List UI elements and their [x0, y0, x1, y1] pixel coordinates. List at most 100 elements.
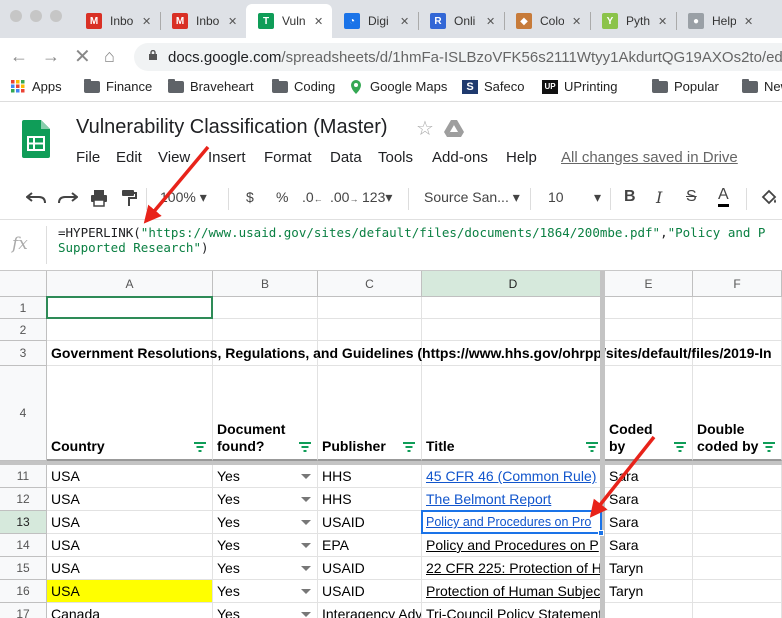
- title-link[interactable]: 45 CFR 46 (Common Rule): [426, 468, 596, 484]
- cell[interactable]: [693, 297, 782, 319]
- cell[interactable]: [422, 319, 605, 341]
- browser-tab[interactable]: M Inbo ✕: [160, 4, 246, 38]
- menu-view[interactable]: View: [158, 149, 190, 166]
- row-header-17[interactable]: 17: [0, 603, 47, 618]
- cell-country[interactable]: USA: [47, 580, 213, 603]
- dropdown-arrow-icon[interactable]: [301, 566, 311, 571]
- bookmark-popular[interactable]: Popular: [652, 78, 719, 94]
- cell-coded-by[interactable]: Sara: [605, 488, 693, 511]
- menu-file[interactable]: File: [76, 149, 100, 166]
- column-header-e[interactable]: E: [605, 271, 693, 297]
- filter-icon[interactable]: [299, 442, 311, 452]
- minimize-window-icon[interactable]: [30, 10, 42, 22]
- bookmark-news[interactable]: News: [742, 78, 782, 94]
- percent-format-button[interactable]: %: [276, 189, 288, 205]
- font-size-select[interactable]: 10: [548, 189, 564, 205]
- filter-icon[interactable]: [586, 442, 598, 452]
- row-header-12[interactable]: 12: [0, 488, 47, 511]
- cell-title[interactable]: Protection of Human Subjec: [422, 580, 605, 603]
- close-tab-icon[interactable]: ✕: [142, 15, 151, 28]
- font-select[interactable]: Source San... ▾: [424, 189, 520, 206]
- cell-coded-by[interactable]: Taryn: [605, 557, 693, 580]
- cell-country[interactable]: USA: [47, 557, 213, 580]
- cell-publisher[interactable]: HHS: [318, 488, 422, 511]
- fill-color-icon[interactable]: [760, 189, 778, 207]
- filter-icon[interactable]: [763, 442, 775, 452]
- browser-tab[interactable]: R Onli ✕: [418, 4, 504, 38]
- save-status-link[interactable]: All changes saved in Drive: [561, 149, 738, 166]
- column-label-title[interactable]: Title: [422, 366, 605, 461]
- star-icon[interactable]: ☆: [416, 116, 434, 141]
- cell-publisher[interactable]: USAID: [318, 511, 422, 534]
- column-label-publisher[interactable]: Publisher: [318, 366, 422, 461]
- column-label-country[interactable]: Country: [47, 366, 213, 461]
- cell-document-found[interactable]: Yes: [213, 465, 318, 488]
- row-header-2[interactable]: 2: [0, 319, 47, 341]
- menu-tools[interactable]: Tools: [378, 149, 413, 166]
- close-stop-icon[interactable]: ✕: [74, 44, 91, 69]
- fill-handle[interactable]: [598, 530, 604, 536]
- column-header-a[interactable]: A: [47, 271, 213, 297]
- dropdown-arrow-icon[interactable]: [301, 543, 311, 548]
- close-tab-icon[interactable]: ✕: [658, 15, 667, 28]
- cell-double-coded-by[interactable]: [693, 488, 782, 511]
- cell-publisher[interactable]: Interagency Adv: [318, 603, 422, 618]
- row-header-4[interactable]: 4: [0, 366, 47, 461]
- cell-document-found[interactable]: Yes: [213, 511, 318, 534]
- cell[interactable]: [318, 319, 422, 341]
- section-title-cell[interactable]: Government Resolutions, Regulations, and…: [47, 341, 772, 366]
- cell-double-coded-by[interactable]: [693, 603, 782, 618]
- row-header-1[interactable]: 1: [0, 297, 47, 319]
- close-tab-icon[interactable]: ✕: [744, 15, 753, 28]
- filter-icon[interactable]: [674, 442, 686, 452]
- paint-format-icon[interactable]: [121, 189, 137, 207]
- cell[interactable]: [318, 297, 422, 319]
- dropdown-arrow-icon[interactable]: [301, 520, 311, 525]
- cell-double-coded-by[interactable]: [693, 534, 782, 557]
- close-tab-icon[interactable]: ✕: [572, 15, 581, 28]
- cell-country[interactable]: USA: [47, 465, 213, 488]
- cell-double-coded-by[interactable]: [693, 580, 782, 603]
- cell-document-found[interactable]: Yes: [213, 557, 318, 580]
- print-icon[interactable]: [90, 189, 108, 207]
- column-header-f[interactable]: F: [693, 271, 782, 297]
- column-header-b[interactable]: B: [213, 271, 318, 297]
- cell-coded-by[interactable]: Sara: [605, 465, 693, 488]
- filter-icon[interactable]: [194, 442, 206, 452]
- row-header-11[interactable]: 11: [0, 465, 47, 488]
- cell-title[interactable]: 22 CFR 225: Protection of H: [422, 557, 605, 580]
- row-header-16[interactable]: 16: [0, 580, 47, 603]
- move-to-drive-icon[interactable]: [444, 120, 464, 138]
- currency-format-button[interactable]: $: [246, 189, 254, 205]
- frozen-column-divider[interactable]: [600, 271, 605, 618]
- close-tab-icon[interactable]: ✕: [228, 15, 237, 28]
- cell[interactable]: [213, 319, 318, 341]
- cell-double-coded-by[interactable]: [693, 465, 782, 488]
- column-header-d[interactable]: D: [422, 271, 605, 297]
- bookmark-uprinting[interactable]: UP UPrinting: [542, 79, 617, 94]
- frozen-row-divider[interactable]: [0, 461, 782, 465]
- browser-tab[interactable]: ◆ Colo ✕: [504, 4, 590, 38]
- cell-publisher[interactable]: USAID: [318, 557, 422, 580]
- bookmark-braveheart[interactable]: Braveheart: [168, 78, 254, 94]
- cell-country[interactable]: Canada: [47, 603, 213, 618]
- browser-tab[interactable]: T Vuln ✕: [246, 4, 332, 38]
- menu-insert[interactable]: Insert: [208, 149, 246, 166]
- increase-decimal-button[interactable]: .00→: [330, 189, 358, 205]
- cell-coded-by[interactable]: Sara: [605, 511, 693, 534]
- dropdown-arrow-icon[interactable]: [301, 589, 311, 594]
- more-formats-select[interactable]: 123▾: [362, 189, 392, 206]
- bookmark-finance[interactable]: Finance: [84, 78, 152, 94]
- decrease-decimal-button[interactable]: .0←: [302, 189, 323, 205]
- close-window-icon[interactable]: [10, 10, 22, 22]
- browser-tab[interactable]: ● Help ✕: [676, 4, 762, 38]
- close-tab-icon[interactable]: ✕: [486, 15, 495, 28]
- column-label-coded-by[interactable]: Coded by: [605, 366, 693, 461]
- cell-title[interactable]: Policy and Procedures on Pro: [422, 511, 605, 534]
- title-link[interactable]: The Belmont Report: [426, 491, 551, 507]
- row-header-13[interactable]: 13: [0, 511, 47, 534]
- bookmark-google-maps[interactable]: Google Maps: [348, 79, 447, 94]
- formula-input[interactable]: =HYPERLINK("https://www.usaid.gov/sites/…: [58, 225, 778, 255]
- menu-format[interactable]: Format: [264, 149, 312, 166]
- close-tab-icon[interactable]: ✕: [314, 15, 323, 28]
